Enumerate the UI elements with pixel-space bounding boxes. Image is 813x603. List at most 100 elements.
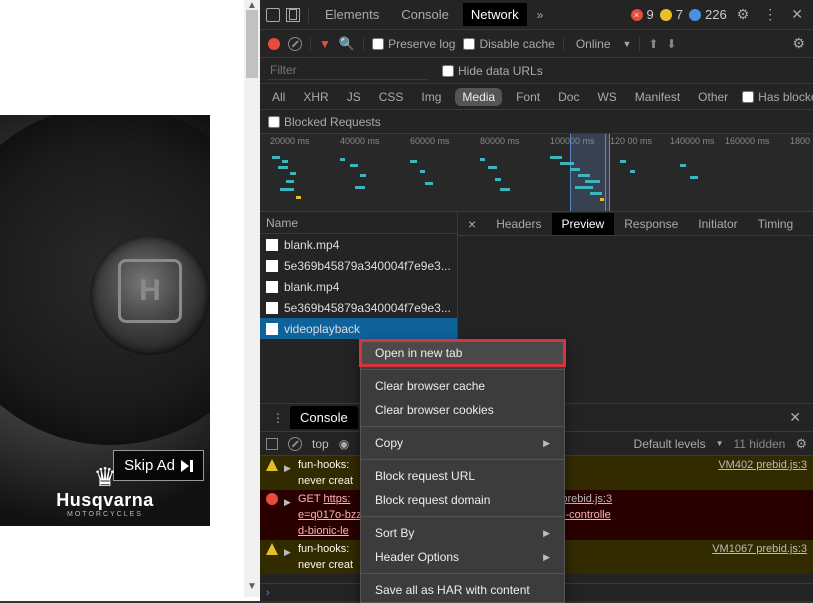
ctx-block-url[interactable]: Block request URL bbox=[361, 464, 564, 488]
page-scrollbar[interactable]: ▲ ▼ bbox=[244, 0, 260, 597]
has-blocked-cookies-checkbox[interactable]: Has blocked cookies bbox=[742, 90, 813, 104]
detail-tabs: × Headers Preview Response Initiator Tim… bbox=[458, 212, 813, 236]
tab-timing[interactable]: Timing bbox=[748, 213, 804, 235]
menu-icon[interactable]: ⋮ bbox=[759, 6, 781, 23]
filter-toggle-icon[interactable]: ▼ bbox=[319, 37, 331, 51]
filter-media[interactable]: Media bbox=[455, 88, 502, 106]
error-count[interactable]: ×9 bbox=[631, 7, 654, 22]
disable-cache-checkbox[interactable]: Disable cache bbox=[463, 37, 554, 51]
close-devtools-icon[interactable]: ✕ bbox=[787, 6, 807, 23]
tab-elements[interactable]: Elements bbox=[317, 3, 387, 26]
filter-ws[interactable]: WS bbox=[593, 88, 620, 106]
video-ad[interactable]: H Skip Ad ♛ Husqvarna MOTORCYCLES bbox=[0, 115, 210, 526]
clear-icon[interactable] bbox=[288, 37, 302, 51]
settings-icon[interactable]: ⚙ bbox=[733, 6, 754, 23]
warning-count[interactable]: 7 bbox=[660, 7, 683, 22]
source-link[interactable]: VM402 prebid.js:3 bbox=[718, 457, 807, 473]
close-drawer-icon[interactable]: ✕ bbox=[783, 409, 807, 426]
tab-console[interactable]: Console bbox=[393, 3, 457, 26]
context-menu: Open in new tab Clear browser cache Clea… bbox=[360, 340, 565, 603]
tick-label: 160000 ms bbox=[725, 136, 770, 146]
submenu-arrow-icon: ▶ bbox=[543, 438, 550, 449]
hidden-count[interactable]: 11 hidden bbox=[734, 437, 786, 451]
ctx-open-in-new-tab[interactable]: Open in new tab bbox=[361, 341, 564, 365]
context-selector[interactable]: top bbox=[312, 437, 329, 451]
scrollbar-thumb[interactable] bbox=[246, 10, 258, 78]
device-toggle-icon[interactable] bbox=[286, 8, 300, 22]
log-levels-select[interactable]: Default levels bbox=[634, 437, 706, 451]
ctx-clear-cache[interactable]: Clear browser cache bbox=[361, 374, 564, 398]
filter-img[interactable]: Img bbox=[417, 88, 445, 106]
type-filter-row: All XHR JS CSS Img Media Font Doc WS Man… bbox=[260, 84, 813, 110]
console-clear-icon[interactable] bbox=[288, 437, 302, 451]
ctx-sort-by[interactable]: Sort By▶ bbox=[361, 521, 564, 545]
error-icon: × bbox=[631, 9, 643, 21]
request-row[interactable]: 5e369b45879a340004f7e9e3... bbox=[260, 297, 457, 318]
info-count[interactable]: 226 bbox=[689, 7, 727, 22]
tick-label: 140000 ms bbox=[670, 136, 715, 146]
record-icon[interactable] bbox=[268, 38, 280, 50]
more-tabs-icon[interactable]: » bbox=[533, 8, 548, 22]
filter-js[interactable]: JS bbox=[343, 88, 365, 106]
ctx-block-domain[interactable]: Block request domain bbox=[361, 488, 564, 512]
warning-icon bbox=[660, 9, 672, 21]
search-icon[interactable]: 🔍 bbox=[339, 36, 355, 52]
tab-response[interactable]: Response bbox=[614, 213, 688, 235]
network-settings-icon[interactable]: ⚙ bbox=[792, 35, 805, 52]
filter-css[interactable]: CSS bbox=[375, 88, 408, 106]
filter-font[interactable]: Font bbox=[512, 88, 544, 106]
console-sidebar-icon[interactable] bbox=[266, 438, 278, 450]
filter-other[interactable]: Other bbox=[694, 88, 732, 106]
crown-icon: ♛ bbox=[93, 468, 116, 486]
ctx-copy[interactable]: Copy▶ bbox=[361, 431, 564, 455]
filter-doc[interactable]: Doc bbox=[554, 88, 583, 106]
filter-all[interactable]: All bbox=[268, 88, 289, 106]
scroll-down-icon[interactable]: ▼ bbox=[246, 581, 258, 593]
drawer-tab-console[interactable]: Console bbox=[290, 406, 358, 429]
ctx-save-har[interactable]: Save all as HAR with content bbox=[361, 578, 564, 602]
page-content: ▲ ▼ H Skip Ad ♛ Husqvarna MOTORCYCLES bbox=[0, 0, 260, 601]
request-row[interactable]: 5e369b45879a340004f7e9e3... bbox=[260, 255, 457, 276]
separator bbox=[308, 7, 309, 23]
request-row-selected[interactable]: videoplayback bbox=[260, 318, 457, 339]
ctx-clear-cookies[interactable]: Clear browser cookies bbox=[361, 398, 564, 422]
warning-triangle-icon bbox=[266, 459, 278, 471]
devtools-main-tabs: Elements Console Network » ×9 7 226 ⚙ ⋮ … bbox=[260, 0, 813, 30]
name-column-header[interactable]: Name bbox=[260, 212, 457, 234]
filter-row: Hide data URLs bbox=[260, 58, 813, 84]
file-icon bbox=[266, 281, 278, 293]
filter-input[interactable] bbox=[268, 61, 428, 80]
error-circle-icon bbox=[266, 493, 278, 505]
upload-har-icon[interactable]: ⬆ bbox=[648, 37, 658, 51]
request-row[interactable]: blank.mp4 bbox=[260, 276, 457, 297]
tab-network[interactable]: Network bbox=[463, 3, 527, 26]
live-expression-icon[interactable]: ◉ bbox=[339, 437, 349, 451]
source-link[interactable]: VM1067 prebid.js:3 bbox=[712, 541, 807, 557]
ctx-header-options[interactable]: Header Options▶ bbox=[361, 545, 564, 569]
tick-label: 60000 ms bbox=[410, 136, 450, 146]
download-har-icon[interactable]: ⬇ bbox=[667, 37, 677, 51]
tab-headers[interactable]: Headers bbox=[486, 213, 551, 235]
tick-label: 80000 ms bbox=[480, 136, 520, 146]
tick-label: 20000 ms bbox=[270, 136, 310, 146]
preserve-log-checkbox[interactable]: Preserve log bbox=[372, 37, 455, 51]
close-detail-icon[interactable]: × bbox=[458, 216, 486, 232]
brand-name: Husqvarna bbox=[56, 490, 154, 511]
ad-brand: ♛ Husqvarna MOTORCYCLES bbox=[0, 468, 210, 518]
dropdown-icon: ▼ bbox=[623, 39, 632, 49]
tab-initiator[interactable]: Initiator bbox=[688, 213, 747, 235]
tick-label: 40000 ms bbox=[340, 136, 380, 146]
network-overview[interactable]: 20000 ms 40000 ms 60000 ms 80000 ms 1000… bbox=[260, 134, 813, 212]
tab-preview[interactable]: Preview bbox=[552, 213, 615, 235]
throttling-select[interactable]: Online bbox=[572, 35, 615, 53]
hide-data-urls-checkbox[interactable]: Hide data URLs bbox=[442, 64, 543, 78]
blocked-requests-checkbox[interactable]: Blocked Requests bbox=[268, 115, 381, 129]
drawer-menu-icon[interactable]: ⋮ bbox=[266, 411, 290, 425]
filter-xhr[interactable]: XHR bbox=[299, 88, 332, 106]
submenu-arrow-icon: ▶ bbox=[543, 552, 550, 563]
file-icon bbox=[266, 323, 278, 335]
console-settings-icon[interactable]: ⚙ bbox=[795, 436, 807, 452]
inspect-element-icon[interactable] bbox=[266, 8, 280, 22]
request-row[interactable]: blank.mp4 bbox=[260, 234, 457, 255]
filter-manifest[interactable]: Manifest bbox=[631, 88, 684, 106]
